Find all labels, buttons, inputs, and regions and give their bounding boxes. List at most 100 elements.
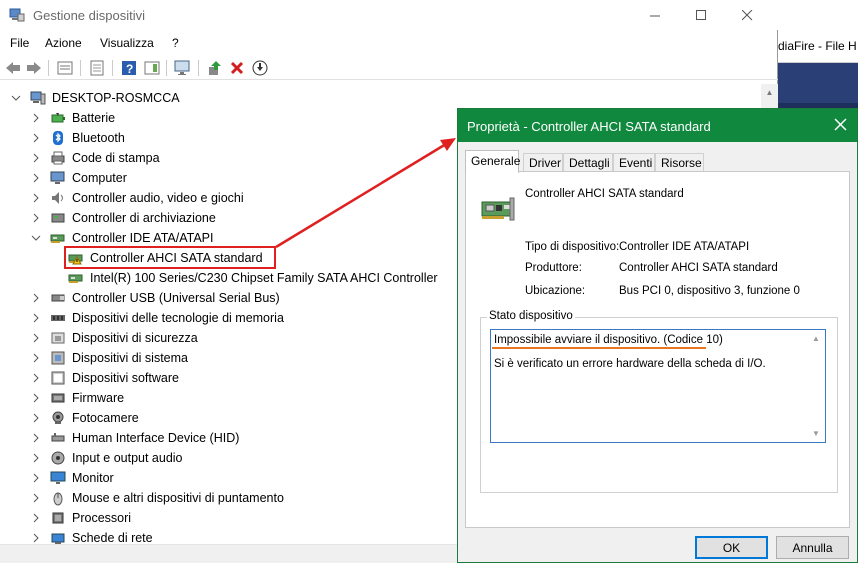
status-scrollbar[interactable]: ▲ ▼ <box>808 330 825 442</box>
memory-icon <box>51 315 65 321</box>
tree-category-item[interactable]: Dispositivi software <box>30 368 179 388</box>
chevron-right-icon[interactable] <box>30 512 42 524</box>
forward-arrow-icon <box>27 62 41 74</box>
tab-dettagli[interactable]: Dettagli <box>563 153 613 172</box>
dialog-close-button[interactable] <box>834 115 847 136</box>
chevron-right-icon[interactable] <box>30 172 42 184</box>
chevron-right-icon[interactable] <box>30 412 42 424</box>
help-button[interactable]: ? <box>120 59 138 77</box>
tree-category-item[interactable]: Monitor <box>30 468 114 488</box>
tree-category-item[interactable]: Computer <box>30 168 127 188</box>
tab-driver[interactable]: Driver <box>523 153 563 172</box>
tree-category-item[interactable]: Schede di rete <box>30 528 153 544</box>
tab-generale[interactable]: Generale <box>465 150 520 173</box>
tree-category-item[interactable]: Fotocamere <box>30 408 139 428</box>
minimize-button[interactable] <box>632 0 678 30</box>
chevron-right-icon[interactable] <box>30 352 42 364</box>
ide-controller-icon <box>50 234 65 243</box>
tree-item-label: Firmware <box>72 391 125 405</box>
chevron-right-icon[interactable] <box>30 532 42 544</box>
tree-category-item[interactable]: Bluetooth <box>30 128 125 148</box>
device-status-textbox[interactable]: Impossibile avviare il dispositivo. (Cod… <box>490 329 826 443</box>
maximize-button[interactable] <box>678 0 724 30</box>
tree-item-label: Input e output audio <box>72 451 183 465</box>
prop-label-location: Ubicazione: <box>525 285 586 297</box>
prop-value-location: Bus PCI 0, dispositivo 3, funzione 0 <box>619 285 800 297</box>
chevron-right-icon[interactable] <box>30 192 42 204</box>
tree-root[interactable]: DESKTOP-ROSMCCA <box>10 88 180 108</box>
tree-item-label: Mouse e altri dispositivi di puntamento <box>72 491 284 505</box>
monitor-scan-icon <box>174 60 190 75</box>
tree-category-item[interactable]: Dispositivi di sistema <box>30 348 188 368</box>
tree-category-item[interactable]: Controller USB (Universal Serial Bus) <box>30 288 280 308</box>
chevron-right-icon[interactable] <box>30 472 42 484</box>
chevron-right-icon[interactable] <box>30 112 42 124</box>
chevron-right-icon[interactable] <box>30 332 42 344</box>
chevron-right-icon[interactable] <box>30 212 42 224</box>
chevron-right-icon[interactable] <box>30 392 42 404</box>
uninstall-device-button[interactable] <box>228 59 246 77</box>
background-window-title: diaFire - File H <box>778 39 857 53</box>
tree-category-item[interactable]: Controller di archiviazione <box>30 208 216 228</box>
forward-button[interactable] <box>25 59 43 77</box>
tree-category-item[interactable]: Controller audio, video e giochi <box>30 188 244 208</box>
document-icon <box>90 60 104 76</box>
tree-category-item[interactable]: Input e output audio <box>30 448 183 468</box>
menu-file[interactable]: File <box>10 36 29 50</box>
tree-item-label: Processori <box>72 511 132 525</box>
tree-category-item[interactable]: Batterie <box>30 108 115 128</box>
tree-category-item[interactable]: Controller IDE ATA/ATAPI <box>30 228 213 248</box>
tree-category-item[interactable]: Processori <box>30 508 131 528</box>
chevron-right-icon[interactable] <box>30 312 42 324</box>
chevron-down-icon[interactable] <box>30 232 42 244</box>
scan-hardware-button[interactable] <box>174 59 192 77</box>
back-button[interactable] <box>4 59 22 77</box>
status-error-line: Impossibile avviare il dispositivo. (Cod… <box>494 334 723 346</box>
ide-controller-icon <box>68 274 83 283</box>
chevron-right-icon[interactable] <box>30 372 42 384</box>
update-view-button[interactable] <box>88 59 106 77</box>
help-icon: ? <box>122 61 136 76</box>
tab-eventi[interactable]: Eventi <box>613 153 655 172</box>
tree-category-item[interactable]: Human Interface Device (HID) <box>30 428 239 448</box>
ok-button[interactable]: OK <box>695 536 768 559</box>
chevron-right-icon[interactable] <box>30 152 42 164</box>
action-pane-button[interactable] <box>143 59 161 77</box>
tree-category-item[interactable]: Code di stampa <box>30 148 160 168</box>
usb-icon <box>51 294 65 302</box>
update-driver-button[interactable] <box>206 59 224 77</box>
close-button[interactable] <box>724 0 770 30</box>
update-driver-icon <box>209 61 221 75</box>
chevron-right-icon[interactable] <box>30 492 42 504</box>
tree-category-item[interactable]: Mouse e altri dispositivi di puntamento <box>30 488 284 508</box>
mouse-icon <box>53 492 63 506</box>
close-icon <box>834 118 847 131</box>
properties-toolbar-button[interactable] <box>56 59 74 77</box>
tab-risorse[interactable]: Risorse <box>655 153 704 172</box>
scroll-up-icon[interactable]: ▲ <box>761 84 778 101</box>
chevron-right-icon[interactable] <box>30 132 42 144</box>
battery-icon <box>51 113 65 123</box>
cancel-button[interactable]: Annulla <box>776 536 849 559</box>
scroll-down-icon[interactable]: ▼ <box>812 429 820 438</box>
tree-item-label: Controller IDE ATA/ATAPI <box>72 231 214 245</box>
prop-value-type: Controller IDE ATA/ATAPI <box>619 241 750 253</box>
chevron-right-icon[interactable] <box>30 452 42 464</box>
software-device-icon <box>51 371 65 385</box>
tree-category-item[interactable]: Dispositivi delle tecnologie di memoria <box>30 308 284 328</box>
tree-item-label: Controller USB (Universal Serial Bus) <box>72 291 280 305</box>
tree-root-label: DESKTOP-ROSMCCA <box>52 91 180 105</box>
scroll-up-icon[interactable]: ▲ <box>812 334 820 343</box>
chevron-right-icon[interactable] <box>30 432 42 444</box>
title-bar: Gestione dispositivi <box>0 0 778 30</box>
tree-category-item[interactable]: Dispositivi di sicurezza <box>30 328 198 348</box>
menu-help[interactable]: ? <box>172 36 179 50</box>
tree-child-item[interactable]: Intel(R) 100 Series/C230 Chipset Family … <box>50 268 438 288</box>
menu-visualizza[interactable]: Visualizza <box>100 36 154 50</box>
tree-item-label: Controller di archiviazione <box>72 211 216 225</box>
chevron-down-icon[interactable] <box>10 92 22 104</box>
tree-category-item[interactable]: Firmware <box>30 388 124 408</box>
menu-azione[interactable]: Azione <box>45 36 82 50</box>
disable-device-button[interactable] <box>251 59 269 77</box>
chevron-right-icon[interactable] <box>30 292 42 304</box>
